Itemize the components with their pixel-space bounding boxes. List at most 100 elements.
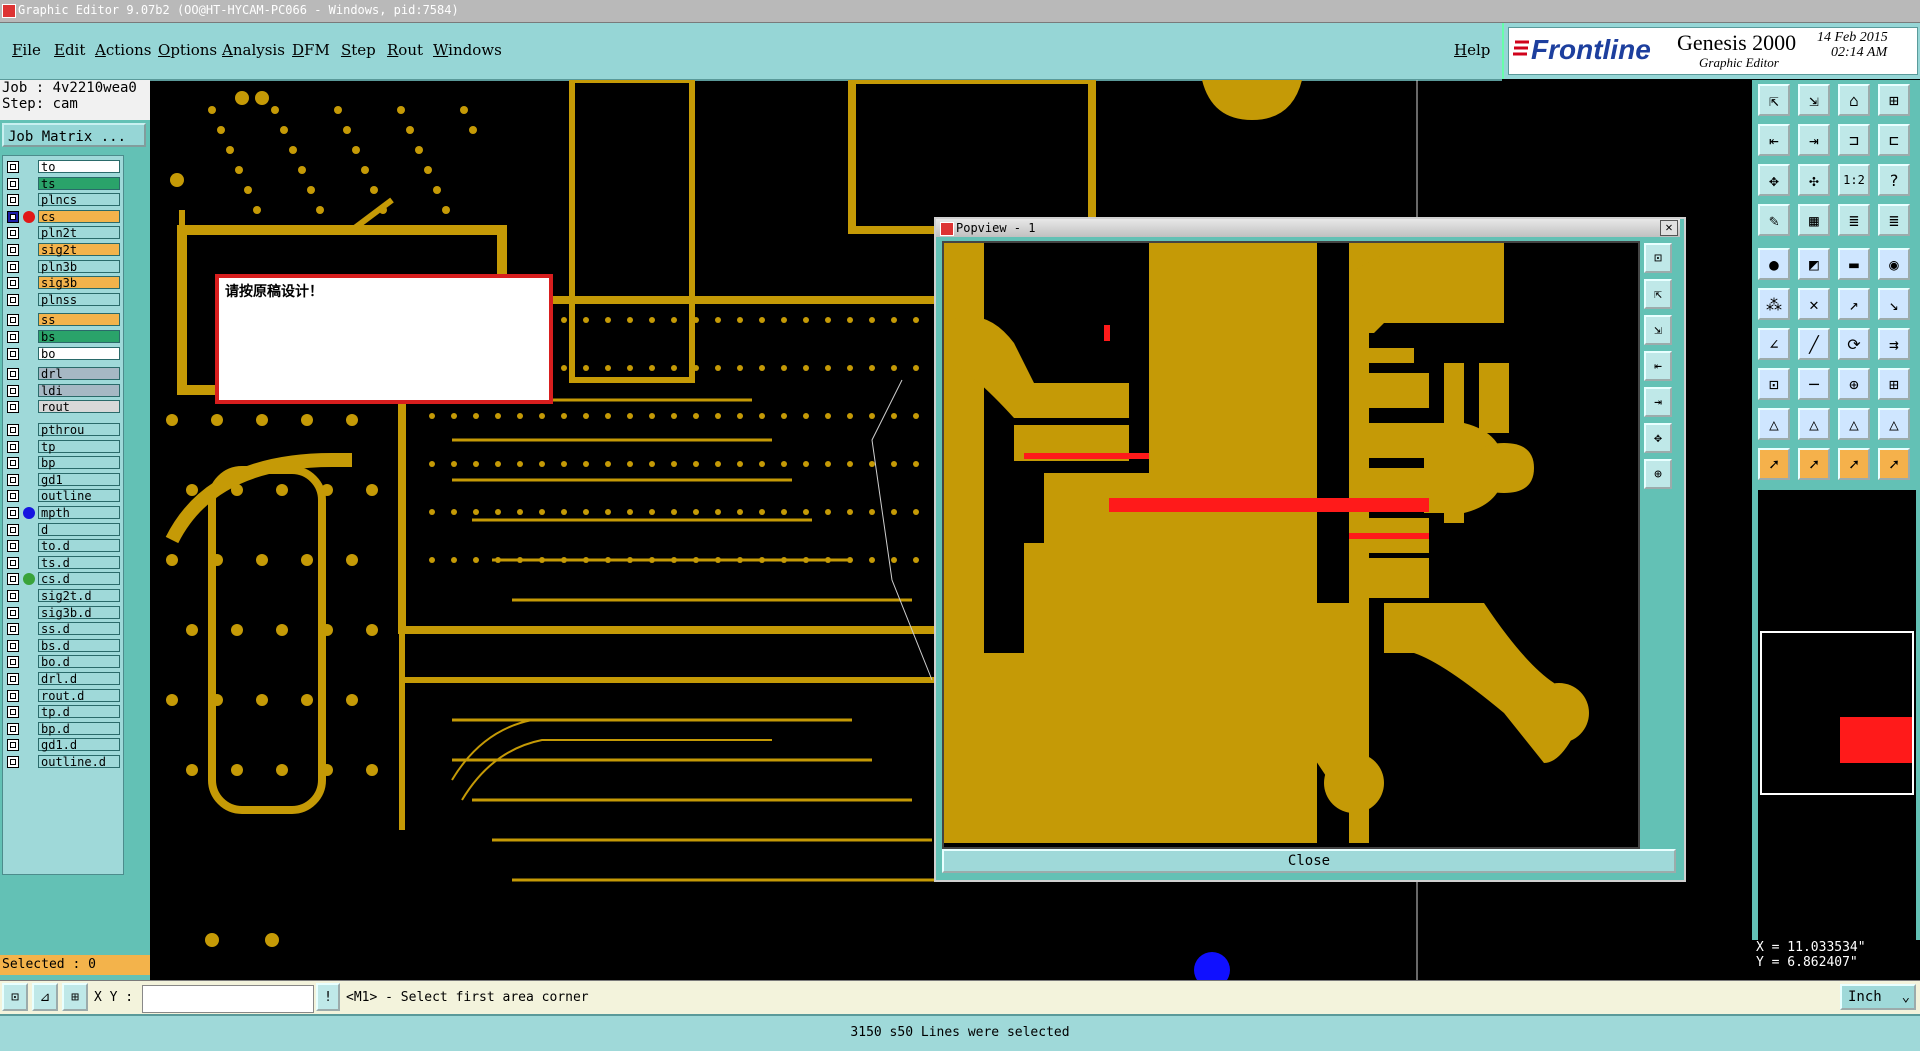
app-icon[interactable] <box>2 4 16 18</box>
rotate-icon[interactable]: ⟳ <box>1838 328 1870 360</box>
layer-name[interactable]: rout.d <box>38 688 120 702</box>
arrow-down-icon[interactable]: ↘ <box>1878 288 1910 320</box>
layer-row[interactable]: tp <box>3 439 123 454</box>
layer-name[interactable]: plnss <box>38 292 120 306</box>
layer-row[interactable]: ldi <box>3 383 123 398</box>
layer-name[interactable]: cs <box>38 209 120 223</box>
layer-row[interactable]: sig3b <box>3 276 123 290</box>
layer-row[interactable]: drl.d <box>3 672 123 686</box>
layer-checkbox[interactable] <box>7 161 19 173</box>
house-icon[interactable]: ⌂ <box>1838 84 1870 116</box>
layer-checkbox[interactable] <box>7 706 19 719</box>
grid-icon[interactable]: ⊞ <box>62 983 88 1011</box>
layer-row[interactable]: to.d <box>3 539 123 553</box>
layer-name[interactable]: gd1 <box>38 472 120 486</box>
layer-name[interactable]: ss <box>38 313 120 327</box>
list-icon[interactable]: ≣ <box>1838 204 1870 236</box>
layer-row[interactable]: plncs <box>3 193 123 207</box>
layer-row[interactable]: pln3b <box>3 259 123 274</box>
layer-name[interactable]: sig2t <box>38 243 120 257</box>
layer-checkbox[interactable] <box>7 314 19 327</box>
layer-name[interactable]: tp.d <box>38 705 120 719</box>
layer-name[interactable]: d <box>38 522 120 536</box>
layer-row[interactable]: rout <box>3 400 123 414</box>
line-icon[interactable]: ╱ <box>1798 328 1830 360</box>
pan-left-icon[interactable]: ⇤ <box>1644 351 1672 381</box>
add-icon[interactable]: ⊕ <box>1838 368 1870 400</box>
layer-row[interactable]: rout.d <box>3 688 123 703</box>
layer-row[interactable]: gd1.d <box>3 738 123 752</box>
popview-canvas[interactable] <box>942 241 1640 849</box>
layer-checkbox[interactable] <box>7 277 19 290</box>
layer-checkbox[interactable] <box>7 331 19 343</box>
fit-view-icon[interactable]: ⊡ <box>1644 243 1672 273</box>
layer-row[interactable]: d <box>3 522 123 537</box>
layer-row[interactable]: ts.d <box>3 555 123 570</box>
menu-file[interactable]: File <box>12 41 41 59</box>
layer-checkbox[interactable] <box>7 457 19 470</box>
layer-name[interactable]: to <box>38 160 120 174</box>
layer-row[interactable]: sig2t.d <box>3 589 123 603</box>
layer-row[interactable]: ss <box>3 313 123 327</box>
layer-checkbox[interactable] <box>7 623 19 636</box>
bracket-icon[interactable]: ⊐ <box>1838 124 1870 156</box>
layer-name[interactable]: tp <box>38 439 120 453</box>
layer-name[interactable]: gd1.d <box>38 738 120 752</box>
snap-icon[interactable]: ● <box>1758 248 1790 280</box>
layer-checkbox[interactable] <box>7 401 19 414</box>
dash-icon[interactable]: ─ <box>1798 368 1830 400</box>
units-select[interactable]: Inch ⌄ <box>1840 984 1916 1010</box>
layer-row[interactable]: plnss <box>3 292 123 307</box>
triangle-alt-icon[interactable]: △ <box>1878 408 1910 440</box>
menu-step[interactable]: Step <box>341 41 376 59</box>
popview-close-button[interactable]: Close <box>942 849 1676 873</box>
flip-icon[interactable]: ⇉ <box>1878 328 1910 360</box>
layer-row[interactable]: bp <box>3 456 123 470</box>
layer-checkbox[interactable] <box>7 722 19 735</box>
layer-row[interactable]: ss.d <box>3 622 123 636</box>
layer-name[interactable]: sig3b <box>38 276 120 290</box>
layer-checkbox[interactable] <box>7 384 19 397</box>
fit-icon[interactable]: ✣ <box>1798 164 1830 196</box>
menu-actions[interactable]: Actions <box>95 41 151 59</box>
layer-row[interactable]: gd1 <box>3 472 123 487</box>
layer-name[interactable]: bo <box>38 346 120 360</box>
menu-rout[interactable]: Rout <box>387 41 423 59</box>
layer-checkbox[interactable] <box>7 523 19 536</box>
menu-dfm[interactable]: DFM <box>292 41 330 59</box>
layer-row[interactable]: pthrou <box>3 423 123 437</box>
layer-name[interactable]: to.d <box>38 539 120 553</box>
layer-name[interactable]: pthrou <box>38 423 120 437</box>
layer-name[interactable]: outline <box>38 489 120 503</box>
move-icon[interactable]: ✥ <box>1758 164 1790 196</box>
layer-checkbox[interactable] <box>7 606 19 619</box>
layer-name[interactable]: bp <box>38 456 120 470</box>
layer-checkbox[interactable] <box>7 227 19 240</box>
select-point-icon[interactable]: ➚ <box>1838 448 1870 480</box>
home-icon[interactable]: ⇱ <box>1758 84 1790 116</box>
layer-row[interactable]: bo.d <box>3 655 123 669</box>
layer-checkbox[interactable] <box>7 293 19 306</box>
layer-name[interactable]: pln2t <box>38 226 120 240</box>
layer-checkbox[interactable] <box>7 689 19 702</box>
layer-row[interactable]: cs <box>3 209 123 224</box>
layer-name[interactable]: drl.d <box>38 672 120 686</box>
menu-edit[interactable]: Edit <box>54 41 85 59</box>
select-all-icon[interactable]: ➚ <box>1878 448 1910 480</box>
layer-checkbox[interactable] <box>7 490 19 503</box>
layer-row[interactable]: tp.d <box>3 705 123 719</box>
layer-checkbox[interactable] <box>7 540 19 553</box>
menu-options[interactable]: Options <box>158 41 217 59</box>
fill-icon[interactable]: ◩ <box>1798 248 1830 280</box>
layer-row[interactable]: bs.d <box>3 638 123 653</box>
layer-checkbox[interactable] <box>7 347 19 360</box>
layer-checkbox[interactable] <box>7 260 19 273</box>
layer-name[interactable]: bp.d <box>38 721 120 735</box>
pan-icon[interactable]: ⊏ <box>1878 124 1910 156</box>
zoom-in-icon[interactable]: ⇱ <box>1644 279 1672 309</box>
select-box-icon[interactable]: ➚ <box>1798 448 1830 480</box>
layer-name[interactable]: sig2t.d <box>38 589 120 603</box>
pen-icon[interactable]: ✎ <box>1758 204 1790 236</box>
layer-name[interactable]: plncs <box>38 193 120 207</box>
layer-checkbox[interactable] <box>7 573 19 586</box>
